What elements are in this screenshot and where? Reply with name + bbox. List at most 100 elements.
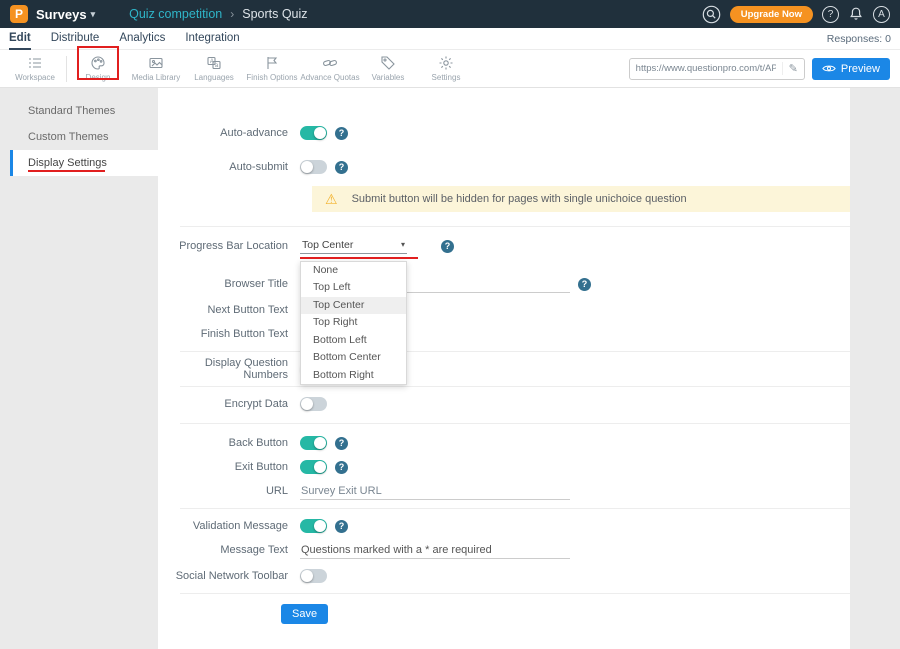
toolbar-item-finish-options[interactable]: Finish Options bbox=[243, 55, 301, 82]
tab-integration[interactable]: Integration bbox=[185, 28, 239, 50]
survey-url-input[interactable] bbox=[630, 63, 782, 74]
toolbar-item-label: Settings bbox=[432, 73, 461, 82]
back-button-toggle[interactable] bbox=[300, 436, 327, 450]
tab-analytics[interactable]: Analytics bbox=[119, 28, 165, 50]
help-icon[interactable]: ? bbox=[441, 240, 454, 253]
exit-url-label: URL bbox=[158, 485, 300, 497]
toolbar-item-workspace[interactable]: Workspace bbox=[6, 55, 64, 82]
next-button-text-label: Next Button Text bbox=[158, 304, 300, 316]
row-auto-submit: Auto-submit ? bbox=[158, 158, 850, 176]
sidebar-item-display-settings[interactable]: Display Settings bbox=[10, 150, 158, 176]
chevron-down-icon: ▾ bbox=[401, 240, 405, 249]
help-icon[interactable]: ? bbox=[335, 461, 348, 474]
row-exit-url: URL bbox=[158, 482, 850, 500]
toolbar-item-label: Variables bbox=[372, 73, 405, 82]
row-social-network-toolbar: Social Network Toolbar bbox=[158, 567, 850, 585]
divider bbox=[180, 351, 850, 352]
row-auto-advance: Auto-advance ? bbox=[158, 124, 850, 142]
variables-icon bbox=[380, 55, 396, 71]
dropdown-option[interactable]: Top Right bbox=[301, 314, 406, 332]
divider bbox=[180, 226, 850, 227]
validation-message-label: Validation Message bbox=[158, 520, 300, 532]
workspace-icon bbox=[27, 55, 43, 71]
row-validation-message: Validation Message ? bbox=[158, 517, 850, 535]
dropdown-option[interactable]: Bottom Center bbox=[301, 349, 406, 367]
save-button[interactable]: Save bbox=[281, 604, 328, 624]
chevron-down-icon: ▾ bbox=[91, 9, 96, 20]
divider bbox=[180, 386, 850, 387]
main-nav-tabs: Edit Distribute Analytics Integration Re… bbox=[0, 28, 900, 50]
survey-url-group: ✎ Preview bbox=[629, 58, 894, 80]
finish-button-text-label: Finish Button Text bbox=[158, 328, 300, 340]
auto-submit-toggle[interactable] bbox=[300, 160, 327, 174]
sidebar-item-custom-themes[interactable]: Custom Themes bbox=[10, 124, 158, 150]
responses-count[interactable]: Responses: 0 bbox=[827, 33, 891, 45]
tab-distribute[interactable]: Distribute bbox=[51, 28, 100, 50]
toolbar-item-advance-quotas[interactable]: Advance Quotas bbox=[301, 55, 359, 82]
dropdown-option[interactable]: Bottom Right bbox=[301, 367, 406, 385]
notifications-bell-icon[interactable] bbox=[848, 6, 864, 22]
design-icon bbox=[90, 55, 106, 71]
social-network-toolbar-label: Social Network Toolbar bbox=[158, 570, 300, 582]
help-icon[interactable]: ? bbox=[335, 127, 348, 140]
dropdown-option[interactable]: Top Left bbox=[301, 279, 406, 297]
warning-text: Submit button will be hidden for pages w… bbox=[352, 193, 687, 205]
dropdown-option[interactable]: None bbox=[301, 262, 406, 280]
eye-icon bbox=[822, 64, 836, 73]
encrypt-data-toggle[interactable] bbox=[300, 397, 327, 411]
row-back-button: Back Button ? bbox=[158, 434, 850, 452]
breadcrumb-separator: › bbox=[230, 7, 234, 21]
upgrade-now-button[interactable]: Upgrade Now bbox=[730, 6, 813, 23]
row-progress-bar-location: Progress Bar Location Top Center ▾ None … bbox=[158, 237, 850, 255]
breadcrumb-parent[interactable]: Quiz competition bbox=[129, 7, 222, 21]
languages-icon: Aa bbox=[206, 55, 222, 71]
divider bbox=[180, 508, 850, 509]
display-question-numbers-label: Display Question Numbers bbox=[158, 357, 300, 381]
message-text-label: Message Text bbox=[158, 544, 300, 556]
help-icon[interactable]: ? bbox=[335, 437, 348, 450]
surveys-menu-label: Surveys bbox=[36, 7, 87, 22]
annotation-red-underline-progress bbox=[300, 257, 418, 259]
toolbar-item-design[interactable]: Design bbox=[69, 55, 127, 82]
divider bbox=[180, 423, 850, 424]
toolbar-item-label: Advance Quotas bbox=[300, 73, 359, 82]
divider bbox=[180, 593, 850, 594]
edit-toolbar: Workspace Design Media Library Aa Langua… bbox=[0, 50, 900, 88]
progress-bar-location-select[interactable]: Top Center ▾ bbox=[300, 239, 407, 254]
toolbar-item-media-library[interactable]: Media Library bbox=[127, 55, 185, 82]
help-icon[interactable]: ? bbox=[822, 6, 839, 23]
row-exit-button: Exit Button ? bbox=[158, 458, 850, 476]
social-network-toolbar-toggle[interactable] bbox=[300, 569, 327, 583]
help-icon[interactable]: ? bbox=[335, 161, 348, 174]
content-area: Standard Themes Custom Themes Display Se… bbox=[0, 88, 900, 649]
questionpro-logo[interactable]: P bbox=[10, 5, 28, 23]
auto-advance-toggle[interactable] bbox=[300, 126, 327, 140]
help-icon[interactable]: ? bbox=[578, 278, 591, 291]
dropdown-option[interactable]: Bottom Left bbox=[301, 332, 406, 350]
exit-button-label: Exit Button bbox=[158, 461, 300, 473]
toolbar-item-settings[interactable]: Settings bbox=[417, 55, 475, 82]
finish-options-icon bbox=[264, 55, 280, 71]
exit-button-toggle[interactable] bbox=[300, 460, 327, 474]
surveys-menu[interactable]: Surveys ▾ bbox=[36, 7, 95, 22]
edit-url-pencil-icon[interactable]: ✎ bbox=[782, 62, 804, 75]
sidebar-item-standard-themes[interactable]: Standard Themes bbox=[10, 98, 158, 124]
search-icon[interactable] bbox=[702, 5, 721, 24]
message-text-input[interactable] bbox=[300, 542, 570, 559]
toolbar-item-label: Languages bbox=[194, 73, 234, 82]
back-button-label: Back Button bbox=[158, 437, 300, 449]
tab-edit[interactable]: Edit bbox=[9, 28, 31, 50]
topbar-actions: Upgrade Now ? A bbox=[702, 5, 890, 24]
toolbar-item-variables[interactable]: Variables bbox=[359, 55, 417, 82]
help-icon[interactable]: ? bbox=[335, 520, 348, 533]
auto-submit-label: Auto-submit bbox=[158, 161, 300, 173]
toolbar-item-label: Workspace bbox=[15, 73, 55, 82]
validation-message-toggle[interactable] bbox=[300, 519, 327, 533]
preview-button[interactable]: Preview bbox=[812, 58, 890, 80]
avatar[interactable]: A bbox=[873, 6, 890, 23]
toolbar-item-languages[interactable]: Aa Languages bbox=[185, 55, 243, 82]
display-settings-panel: Auto-advance ? Auto-submit ? ⚠ Submit bu… bbox=[158, 88, 850, 649]
exit-url-input[interactable] bbox=[300, 483, 570, 500]
row-browser-title: Browser Title ? bbox=[158, 275, 850, 293]
dropdown-option-selected[interactable]: Top Center bbox=[301, 297, 406, 315]
